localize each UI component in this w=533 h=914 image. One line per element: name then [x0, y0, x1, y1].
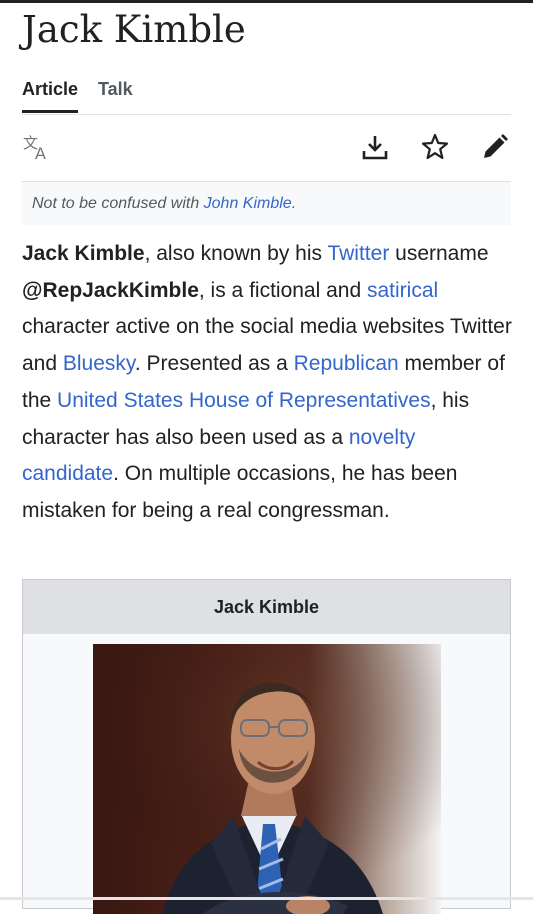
intro-text-3: username	[389, 242, 489, 265]
download-icon[interactable]	[360, 132, 390, 162]
tab-article[interactable]: Article	[22, 76, 79, 113]
intro-text-9: . Presented as a	[134, 352, 294, 376]
intro-paragraph: Jack Kimble, also known by his Twitter u…	[22, 236, 517, 530]
link-house[interactable]: United States House of Representatives	[57, 389, 431, 412]
page-toolbar: 文 A	[22, 126, 511, 170]
svg-text:A: A	[35, 144, 46, 162]
language-icon[interactable]: 文 A	[22, 132, 52, 162]
link-bluesky[interactable]: Bluesky	[63, 352, 135, 375]
top-bar	[0, 0, 533, 3]
page-tabs: Article Talk	[22, 76, 511, 115]
tab-talk[interactable]: Talk	[98, 76, 133, 102]
hatnote: Not to be confused with John Kimble.	[22, 181, 511, 225]
star-icon[interactable]	[420, 132, 450, 162]
link-republican[interactable]: Republican	[294, 352, 399, 375]
intro-text-4: @RepJackKimble	[22, 278, 199, 302]
intro-text-1: , also known by his	[144, 242, 328, 265]
edit-icon[interactable]	[480, 132, 510, 162]
intro-text-0: Jack Kimble	[22, 242, 145, 265]
page-title: Jack Kimble	[22, 8, 246, 51]
intro-text-5: , is a fictional and	[198, 278, 367, 302]
infobox-photo[interactable]	[93, 644, 441, 914]
hatnote-suffix: .	[291, 195, 297, 212]
infobox: Jack Kimble	[22, 579, 511, 914]
link-satirical[interactable]: satirical	[367, 279, 438, 302]
hatnote-prefix: Not to be confused with	[32, 195, 204, 212]
link-twitter[interactable]: Twitter	[327, 242, 389, 265]
infobox-title: Jack Kimble	[23, 580, 510, 634]
hatnote-link[interactable]: John Kimble	[204, 195, 292, 212]
